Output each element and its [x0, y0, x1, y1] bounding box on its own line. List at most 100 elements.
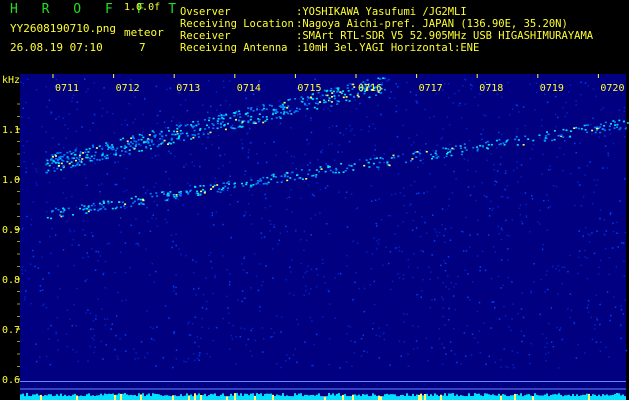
- y-tick-label: 0.9: [2, 225, 20, 236]
- noise-speck: [590, 316, 592, 319]
- track-point: [286, 175, 289, 178]
- noise-speck: [547, 351, 550, 354]
- track-point: [444, 147, 447, 150]
- track-point: [216, 127, 219, 130]
- track-point: [70, 153, 73, 155]
- track-point: [527, 138, 530, 140]
- noise-speck: [286, 208, 288, 211]
- noise-speck: [261, 284, 263, 287]
- noise-floor-bar: [536, 394, 538, 400]
- noise-speck: [197, 287, 200, 290]
- noise-speck: [398, 340, 401, 343]
- noise-speck: [523, 335, 525, 337]
- noise-speck: [407, 353, 409, 355]
- noise-speck: [470, 354, 473, 356]
- track-point: [208, 126, 210, 129]
- noise-speck: [100, 308, 103, 310]
- noise-speck: [129, 266, 131, 269]
- noise-speck: [459, 102, 461, 105]
- track-point: [164, 199, 167, 202]
- noise-speck: [316, 100, 319, 102]
- noise-speck: [500, 156, 502, 158]
- track-point: [326, 89, 329, 92]
- noise-speck: [545, 360, 547, 362]
- track-point: [204, 128, 207, 130]
- noise-speck: [507, 248, 509, 250]
- track-point: [434, 152, 437, 154]
- track-point: [312, 174, 315, 177]
- noise-speck: [593, 179, 596, 181]
- noise-speck: [277, 243, 279, 245]
- noise-speck: [477, 341, 479, 344]
- noise-floor-bar: [364, 394, 366, 400]
- track-point: [331, 96, 333, 98]
- noise-speck: [607, 152, 609, 155]
- track-point: [130, 197, 133, 200]
- noise-speck: [464, 78, 466, 81]
- noise-speck: [205, 308, 208, 310]
- noise-speck: [541, 333, 544, 335]
- noise-speck: [310, 234, 312, 236]
- noise-floor-bar: [620, 395, 622, 400]
- track-point: [196, 190, 199, 193]
- noise-floor-bar: [162, 395, 164, 400]
- noise-speck: [72, 159, 75, 161]
- noise-speck: [188, 334, 191, 336]
- noise-floor-bar: [374, 394, 376, 400]
- noise-speck: [243, 257, 245, 260]
- noise-speck: [610, 314, 612, 317]
- noise-floor-bar: [568, 394, 570, 400]
- noise-speck: [438, 328, 440, 330]
- noise-speck: [490, 153, 492, 155]
- noise-speck: [196, 357, 198, 360]
- noise-speck: [586, 165, 588, 167]
- track-point: [51, 162, 54, 164]
- track-point: [192, 136, 195, 139]
- noise-speck: [247, 151, 250, 154]
- noise-floor-bar: [92, 395, 94, 400]
- track-point: [258, 113, 261, 115]
- noise-floor-bar: [234, 393, 236, 400]
- noise-speck: [428, 116, 431, 119]
- noise-speck: [65, 197, 68, 200]
- noise-speck: [582, 195, 585, 198]
- noise-speck: [91, 248, 93, 250]
- track-point: [105, 142, 108, 144]
- noise-speck: [57, 339, 59, 342]
- noise-speck: [508, 326, 510, 328]
- track-point: [253, 121, 256, 123]
- noise-floor-bar: [428, 396, 430, 400]
- noise-floor-bar: [610, 395, 612, 400]
- noise-speck: [286, 354, 288, 356]
- track-point: [591, 129, 594, 132]
- noise-speck: [334, 87, 336, 89]
- track-point: [134, 195, 137, 198]
- noise-speck: [21, 116, 23, 118]
- noise-speck: [510, 329, 512, 332]
- noise-speck: [548, 322, 550, 325]
- noise-speck: [126, 124, 129, 126]
- track-point: [287, 105, 290, 107]
- noise-speck: [253, 253, 256, 255]
- noise-speck: [454, 353, 456, 355]
- track-point: [132, 146, 135, 149]
- noise-speck: [473, 185, 475, 188]
- track-point: [191, 134, 194, 136]
- noise-speck: [316, 274, 319, 276]
- noise-speck: [65, 333, 68, 335]
- track-point: [336, 91, 339, 93]
- track-point: [213, 184, 216, 187]
- noise-speck: [50, 252, 52, 255]
- track-point: [66, 151, 69, 154]
- noise-speck: [240, 138, 243, 141]
- noise-speck: [87, 88, 89, 90]
- noise-speck: [222, 80, 225, 82]
- noise-floor-bar: [106, 394, 108, 400]
- noise-floor-bar: [478, 393, 480, 400]
- noise-speck: [346, 265, 348, 267]
- track-point: [308, 102, 311, 105]
- noise-speck: [84, 78, 86, 80]
- noise-speck: [123, 154, 125, 156]
- noise-speck: [220, 117, 222, 120]
- noise-speck: [516, 167, 518, 169]
